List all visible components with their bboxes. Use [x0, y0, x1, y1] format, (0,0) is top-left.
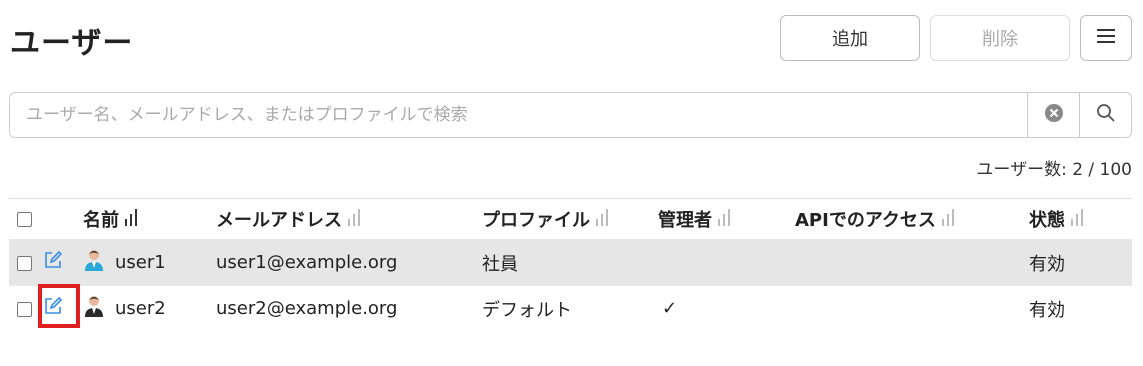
- column-header-email[interactable]: メールアドレス: [216, 198, 482, 240]
- column-header-name[interactable]: 名前: [83, 198, 216, 240]
- user-profile: デフォルト: [482, 285, 658, 331]
- menu-button[interactable]: [1080, 15, 1132, 61]
- sort-icon: [1071, 209, 1085, 232]
- edit-icon[interactable]: [43, 250, 63, 275]
- user-admin: [658, 239, 795, 286]
- table-row[interactable]: user2 user2@example.org デフォルト ✓ 有効: [9, 285, 1132, 331]
- page-title: ユーザー: [10, 26, 134, 61]
- user-avatar-icon: [83, 248, 105, 277]
- select-all-checkbox[interactable]: [17, 212, 32, 227]
- sort-icon: [718, 209, 732, 232]
- column-header-profile[interactable]: プロファイル: [482, 198, 658, 240]
- hamburger-icon: [1097, 28, 1115, 49]
- search-bar: [9, 92, 1132, 138]
- user-admin: ✓: [658, 285, 795, 331]
- delete-button[interactable]: 削除: [930, 15, 1070, 61]
- search-button[interactable]: [1079, 93, 1131, 137]
- user-name: user2: [115, 298, 166, 319]
- row-checkbox[interactable]: [17, 255, 32, 271]
- sort-icon: [596, 209, 610, 232]
- sort-icon: [125, 209, 139, 232]
- user-profile: 社員: [482, 239, 658, 286]
- user-api-access: [795, 239, 1029, 286]
- row-checkbox[interactable]: [17, 301, 32, 317]
- user-status: 有効: [1029, 239, 1132, 286]
- search-icon: [1096, 103, 1116, 127]
- user-email: user2@example.org: [216, 285, 482, 331]
- user-status: 有効: [1029, 285, 1132, 331]
- sort-icon: [348, 209, 362, 232]
- column-header-admin[interactable]: 管理者: [658, 198, 795, 240]
- user-count: ユーザー数: 2 / 100: [976, 160, 1132, 180]
- column-header-api-access[interactable]: APIでのアクセス: [795, 198, 1029, 240]
- user-email: user1@example.org: [216, 239, 482, 286]
- search-input[interactable]: [10, 93, 1027, 137]
- edit-icon[interactable]: [43, 296, 63, 321]
- clear-icon: [1044, 103, 1064, 127]
- add-button[interactable]: 追加: [780, 15, 920, 61]
- users-table: 名前 メールアドレス プロファイル 管理者 APIでのアクセス 状態 user1…: [9, 198, 1132, 331]
- user-avatar-icon: [83, 294, 105, 323]
- clear-search-button[interactable]: [1027, 93, 1079, 137]
- user-name: user1: [115, 252, 166, 273]
- column-header-status[interactable]: 状態: [1029, 198, 1132, 240]
- table-row[interactable]: user1 user1@example.org 社員 有効: [9, 239, 1132, 286]
- user-api-access: [795, 285, 1029, 331]
- sort-icon: [941, 209, 956, 232]
- table-header-row: 名前 メールアドレス プロファイル 管理者 APIでのアクセス 状態: [9, 198, 1132, 240]
